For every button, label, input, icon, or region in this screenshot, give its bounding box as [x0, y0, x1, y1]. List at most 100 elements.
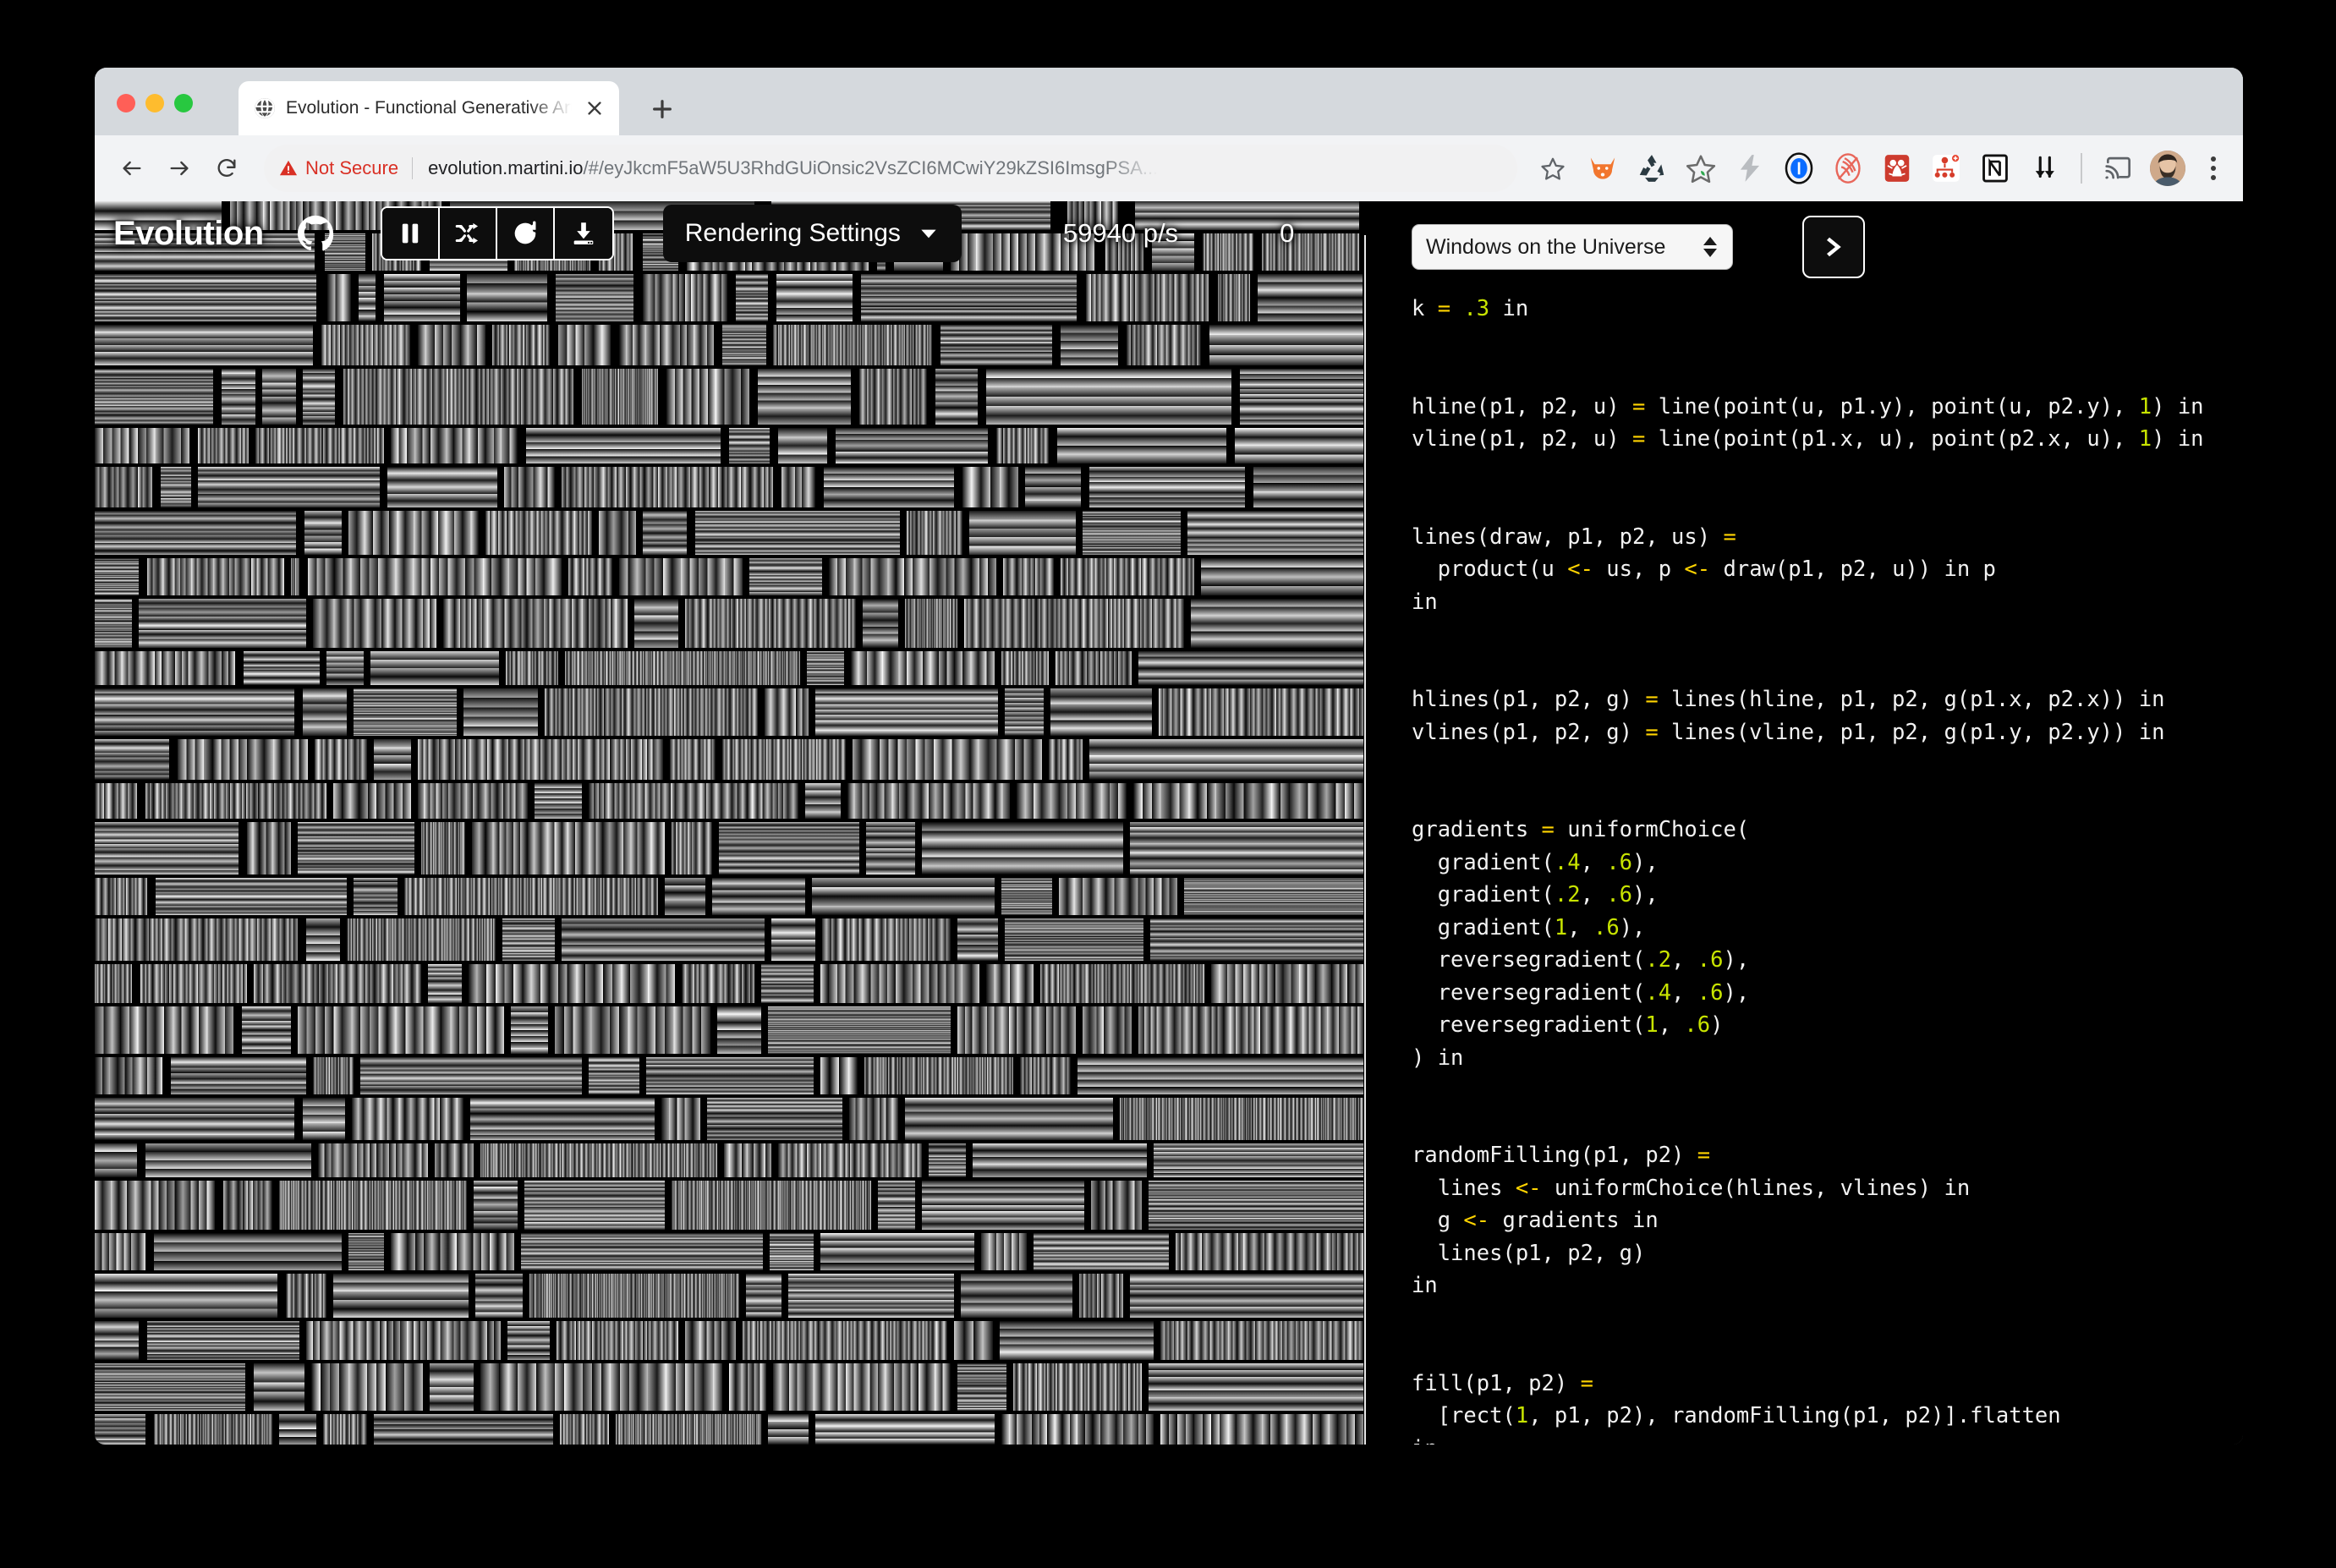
code-token: gradients in — [1489, 1208, 1659, 1233]
arrow-left-icon[interactable] — [110, 146, 154, 190]
cast-icon[interactable] — [2101, 151, 2136, 186]
rendering-settings-label: Rendering Settings — [684, 219, 901, 247]
art-cell — [922, 822, 1123, 874]
art-cell — [1001, 1414, 1154, 1445]
tab-strip: Evolution - Functional Generative Art — [95, 68, 2243, 135]
fox-extension-icon[interactable] — [1585, 151, 1620, 186]
notion-extension-icon[interactable] — [1977, 151, 2013, 186]
shuffle-button[interactable] — [439, 208, 497, 259]
extensions-area — [1585, 151, 2228, 186]
star-icon[interactable] — [1533, 148, 1573, 189]
browser-tab[interactable]: Evolution - Functional Generative Art — [239, 81, 619, 135]
art-cell — [171, 1057, 306, 1094]
recycle-extension-icon[interactable] — [1634, 151, 1670, 186]
url-text[interactable]: evolution.martini.io/#/eyJkcmF5aW5U3RhdG… — [413, 157, 1158, 179]
plus-icon[interactable] — [644, 91, 680, 127]
code-token: gradient( — [1412, 849, 1555, 875]
art-cell — [634, 599, 678, 648]
download-arrows-extension-icon[interactable] — [2026, 151, 2062, 186]
art-cell — [352, 1098, 463, 1140]
art-cell — [480, 1143, 717, 1177]
code-line: in — [1412, 586, 2243, 619]
code-token: ), — [1723, 979, 1750, 1006]
code-line: product(u <- us, p <- draw(p1, p2, u)) i… — [1412, 553, 2243, 586]
art-cell — [1138, 1006, 1363, 1054]
code-token: ) in — [2152, 426, 2204, 452]
art-cell — [1149, 1363, 1363, 1411]
art-cell — [1003, 558, 1054, 595]
address-bar[interactable]: Not Secure evolution.martini.io/#/eyJkcm… — [264, 145, 1517, 192]
art-cell — [773, 1363, 951, 1411]
code-token: gradients — [1412, 817, 1542, 842]
code-token: .4 — [1645, 979, 1672, 1006]
art-cell — [836, 428, 988, 463]
window-close-button[interactable] — [117, 94, 135, 112]
lightning-bolt-extension-icon[interactable] — [1732, 151, 1768, 186]
art-cell — [589, 783, 798, 819]
close-icon[interactable] — [582, 96, 607, 121]
art-cell — [1191, 599, 1363, 648]
reload-icon[interactable] — [205, 146, 249, 190]
transport-controls — [380, 206, 614, 260]
art-cell — [95, 1233, 145, 1270]
program-select[interactable]: Windows on the Universe — [1412, 224, 1733, 270]
window-maximize-button[interactable] — [174, 94, 193, 112]
generative-art-canvas[interactable] — [95, 201, 1363, 1445]
code-token: .6 — [1606, 849, 1633, 875]
code-token: = — [1632, 426, 1646, 452]
arrow-right-icon[interactable] — [157, 146, 201, 190]
code-token: ), — [1632, 849, 1659, 875]
github-icon[interactable] — [293, 211, 338, 256]
art-row — [95, 274, 1363, 321]
next-program-button[interactable] — [1802, 216, 1865, 278]
art-cell — [922, 1181, 1084, 1230]
art-cell — [973, 1143, 1147, 1177]
pause-button[interactable] — [381, 208, 440, 259]
avatar[interactable] — [2150, 151, 2185, 186]
download-button[interactable] — [554, 208, 612, 259]
sitemap-extension-icon[interactable] — [1928, 151, 1964, 186]
url-host: evolution.martini.io — [428, 157, 584, 178]
art-cell — [1050, 688, 1152, 736]
restart-button[interactable] — [496, 208, 555, 259]
window-minimize-button[interactable] — [145, 94, 164, 112]
art-row — [95, 1274, 1363, 1318]
code-token: <- — [1515, 1175, 1542, 1201]
code-editor[interactable]: k = .3 in hline(p1, p2, u) = line(point(… — [1366, 293, 2243, 1445]
art-cell — [853, 739, 1042, 780]
art-cell — [348, 511, 479, 555]
art-cell — [788, 1274, 954, 1318]
pause-icon — [402, 223, 418, 244]
chevron-down-icon — [921, 229, 936, 238]
art-cell — [1061, 558, 1194, 595]
rendering-settings-button[interactable]: Rendering Settings — [662, 205, 962, 262]
art-cell — [768, 1006, 951, 1054]
art-cell — [981, 1233, 1027, 1270]
red-badge-extension-icon[interactable] — [1879, 151, 1915, 186]
art-cell — [768, 1414, 809, 1445]
art-cell — [758, 369, 851, 425]
art-cell — [308, 558, 562, 595]
onepassword-extension-icon[interactable] — [1781, 151, 1817, 186]
security-status[interactable]: Not Secure — [279, 157, 414, 179]
art-cell — [568, 558, 612, 595]
refresh-icon — [514, 221, 536, 244]
art-cell — [95, 511, 296, 555]
toolbar-divider — [2081, 153, 2082, 184]
ghostery-extension-icon[interactable] — [1830, 151, 1866, 186]
art-cell — [560, 1414, 609, 1445]
code-token: reversegradient( — [1412, 979, 1646, 1006]
kebab-menu-icon[interactable] — [2199, 151, 2228, 186]
art-cell — [327, 274, 351, 321]
art-cell — [822, 918, 951, 961]
code-line: gradient(.2, .6), — [1412, 879, 2243, 912]
art-cell — [616, 1414, 761, 1445]
art-cell — [255, 428, 384, 463]
star-leaf-extension-icon[interactable] — [1683, 151, 1719, 186]
art-cell — [864, 1057, 1013, 1094]
